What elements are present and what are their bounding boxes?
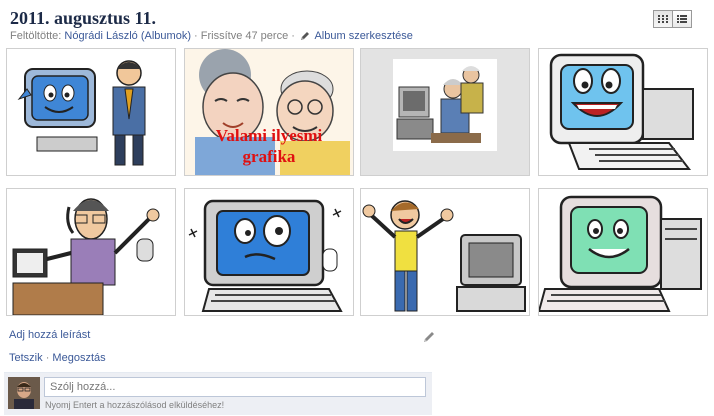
pencil-icon	[300, 31, 310, 44]
avatar	[8, 377, 40, 409]
edit-album-link[interactable]: Album szerkesztése	[314, 30, 412, 42]
post-actions: Tetszik · Megosztás	[9, 352, 106, 364]
uploaded-label: Feltöltötte:	[10, 30, 62, 42]
photo-thumbnail[interactable]	[6, 48, 176, 176]
photo-thumbnail[interactable]	[360, 188, 530, 316]
list-view-icon	[677, 10, 687, 28]
actions-separator: ·	[45, 352, 50, 364]
list-view-button[interactable]	[672, 10, 692, 28]
album-meta: Feltöltötte: Nógrádi László (Albumok) · …	[10, 30, 413, 44]
photo-thumbnail[interactable]	[538, 188, 708, 316]
photo-thumbnail[interactable]	[184, 188, 354, 316]
uploader-link[interactable]: Nógrádi László (Albumok)	[64, 30, 191, 42]
overlay-text-line-2: grafika	[243, 147, 296, 166]
photo-thumbnail[interactable]: Valami ilyesmi grafika	[184, 48, 354, 176]
meta-separator: ·	[194, 30, 198, 42]
photo-thumbnail[interactable]	[538, 48, 708, 176]
grid-view-button[interactable]	[653, 10, 673, 28]
share-link[interactable]: Megosztás	[52, 352, 105, 364]
album-title: 2011. augusztus 11.	[10, 8, 157, 28]
meta-separator: ·	[291, 30, 295, 42]
view-toggle	[653, 10, 692, 28]
comment-hint: Nyomj Entert a hozzászólásod elküldéséhe…	[45, 400, 225, 410]
grid-view-icon	[658, 10, 668, 28]
pencil-icon[interactable]	[423, 330, 435, 348]
photo-thumbnail[interactable]	[360, 48, 530, 176]
like-link[interactable]: Tetszik	[9, 352, 43, 364]
photo-thumbnail[interactable]	[6, 188, 176, 316]
overlay-text-line-1: Valami ilyesmi	[216, 126, 323, 145]
add-description-link[interactable]: Adj hozzá leírást	[9, 329, 90, 341]
comment-box: Nyomj Entert a hozzászólásod elküldéséhe…	[4, 372, 432, 415]
comment-input[interactable]	[44, 377, 426, 397]
updated-time: Frissítve 47 perce	[200, 30, 289, 42]
